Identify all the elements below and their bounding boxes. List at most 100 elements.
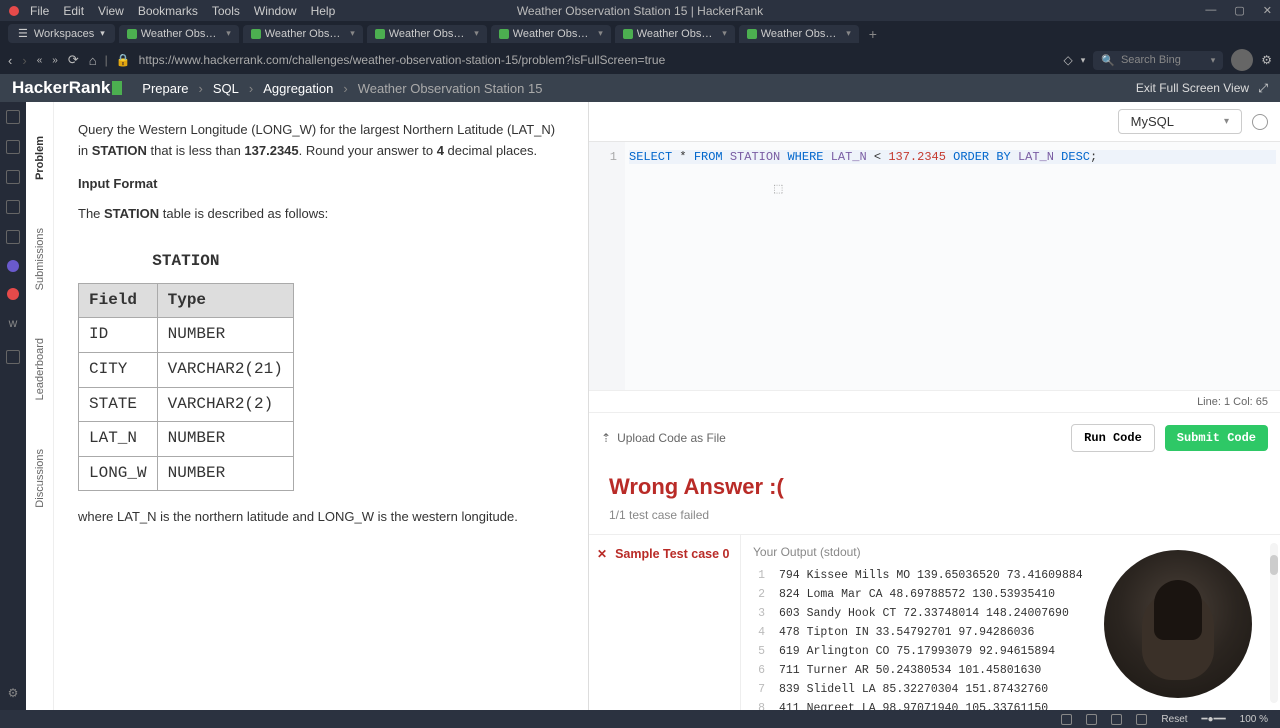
scrollbar-thumb[interactable] [1270, 555, 1278, 575]
table-cell: NUMBER [157, 318, 293, 353]
scrollbar[interactable] [1270, 543, 1278, 703]
zoom-slider[interactable]: ━●━━ [1202, 714, 1226, 725]
tab-leaderboard[interactable]: Leaderboard [34, 314, 46, 424]
browser-tab[interactable]: Weather Observation Stati▾ [243, 25, 363, 43]
testcase-label: Sample Test case 0 [615, 547, 729, 561]
app-menu: File Edit View Bookmarks Tools Window He… [30, 4, 335, 18]
panel-icon[interactable] [6, 170, 20, 184]
new-tab-button[interactable]: + [863, 26, 883, 42]
run-code-button[interactable]: Run Code [1071, 424, 1155, 452]
tab-favicon [375, 29, 385, 39]
search-input[interactable]: 🔍 Search Bing ▾ [1093, 51, 1223, 70]
panel-icon[interactable] [7, 288, 19, 300]
testcase-item[interactable]: ✕ Sample Test case 0 [597, 547, 732, 561]
table-cell: STATE [79, 387, 158, 422]
exit-fullscreen-button[interactable]: Exit Full Screen View ⤢ [1136, 81, 1268, 96]
chevron-down-icon: ▾ [1224, 116, 1229, 127]
problem-description: Query the Western Longitude (LONG_W) for… [54, 102, 588, 710]
menu-view[interactable]: View [98, 4, 124, 18]
breadcrumb-aggregation[interactable]: Aggregation [263, 81, 333, 96]
menu-bookmarks[interactable]: Bookmarks [138, 4, 198, 18]
browser-tab[interactable]: Weather Observation Stati▾ [739, 25, 859, 43]
window-titlebar: File Edit View Bookmarks Tools Window He… [0, 0, 1280, 21]
chevron-down-icon[interactable]: ▾ [1081, 55, 1086, 66]
browser-icon [8, 5, 20, 17]
chevron-down-icon: ▾ [226, 28, 231, 39]
breadcrumb-prepare[interactable]: Prepare [142, 81, 188, 96]
tab-submissions[interactable]: Submissions [34, 204, 46, 314]
panel-icon[interactable] [1111, 714, 1122, 725]
panel-icon[interactable] [6, 200, 20, 214]
settings-icon[interactable] [1252, 114, 1268, 130]
line-number: 1 [589, 150, 617, 164]
problem-text-bold: STATION [92, 143, 147, 158]
tab-problem[interactable]: Problem [34, 112, 46, 204]
tab-favicon [747, 29, 757, 39]
minimize-icon[interactable]: — [1205, 4, 1216, 17]
reset-button[interactable]: Reset [1161, 714, 1187, 725]
browser-tab[interactable]: Weather Observation Stati▾ [615, 25, 735, 43]
menu-edit[interactable]: Edit [63, 4, 84, 18]
tab-title: Weather Observation Stati [513, 28, 592, 40]
input-format-heading: Input Format [78, 174, 564, 195]
workspaces-button[interactable]: ☰ Workspaces ▾ [8, 24, 115, 43]
table-caption: STATION [78, 241, 294, 283]
home-icon[interactable]: ⌂ [89, 53, 97, 68]
menu-help[interactable]: Help [311, 4, 336, 18]
workspaces-label: Workspaces [34, 28, 94, 40]
forward-icon[interactable]: › [22, 53, 26, 68]
fastforward-icon[interactable]: » [52, 55, 58, 66]
menu-file[interactable]: File [30, 4, 49, 18]
chevron-down-icon: ▾ [100, 28, 105, 39]
browser-tab[interactable]: Weather Observation Stati▾ [367, 25, 487, 43]
problem-text-bold: 4 [437, 143, 444, 158]
submit-code-button[interactable]: Submit Code [1165, 425, 1268, 451]
editor-toolbar: MySQL ▾ [589, 102, 1280, 142]
breadcrumb: Prepare › SQL › Aggregation › Weather Ob… [142, 81, 542, 96]
problem-text: that is less than [147, 143, 245, 158]
hackerrank-logo[interactable]: HackerRank [12, 78, 122, 98]
back-icon[interactable]: ‹ [8, 53, 12, 68]
panel-icon[interactable] [1086, 714, 1097, 725]
rewind-icon[interactable]: « [37, 55, 43, 66]
problem-text: decimal places. [444, 143, 537, 158]
maximize-icon[interactable]: ▢ [1234, 4, 1244, 17]
table-cell: VARCHAR2(2) [157, 387, 293, 422]
code-editor[interactable]: 1 SELECT * FROM STATION WHERE LAT_N < 13… [589, 142, 1280, 390]
settings-icon[interactable]: ⚙ [8, 686, 19, 700]
language-select[interactable]: MySQL ▾ [1118, 109, 1242, 134]
menu-tools[interactable]: Tools [212, 4, 240, 18]
panel-icon[interactable] [7, 260, 19, 272]
upload-code-link[interactable]: ⇡ Upload Code as File [601, 431, 726, 445]
panel-icon[interactable] [1136, 714, 1147, 725]
extensions-icon[interactable]: ⚙ [1261, 53, 1272, 67]
panel-icon[interactable] [6, 110, 20, 124]
problem-text: . Round your answer to [299, 143, 437, 158]
menu-window[interactable]: Window [254, 4, 297, 18]
panel-icon[interactable] [1061, 714, 1072, 725]
profile-avatar[interactable] [1231, 49, 1253, 71]
browser-tab[interactable]: Weather Observation Stati▾ [491, 25, 611, 43]
tab-discussions[interactable]: Discussions [34, 425, 46, 532]
result-title: Wrong Answer :( [609, 474, 1260, 500]
table-cell: NUMBER [157, 422, 293, 457]
reload-icon[interactable]: ⟳ [68, 52, 79, 68]
output-row: 8411 Negreet LA 98.97071940 105.33761150 [753, 700, 1268, 710]
url-text[interactable]: https://www.hackerrank.com/challenges/we… [139, 53, 1056, 67]
close-icon[interactable]: ✕ [1263, 4, 1272, 17]
table-cell: LONG_W [79, 456, 158, 491]
panel-icon[interactable]: w [9, 316, 18, 330]
panel-icon[interactable] [6, 140, 20, 154]
bookmark-icon[interactable]: ◇ [1063, 53, 1072, 67]
browser-tab[interactable]: Weather Observation Stati▾ [119, 25, 239, 43]
upload-label: Upload Code as File [617, 431, 726, 445]
panel-icon[interactable] [6, 230, 20, 244]
url-bar: ‹ › « » ⟳ ⌂ | 🔒 https://www.hackerrank.c… [0, 46, 1280, 74]
logo-square-icon [112, 81, 122, 95]
table-cell: VARCHAR2(21) [157, 352, 293, 387]
code-panel: MySQL ▾ 1 SELECT * FROM STATION WHERE LA… [588, 102, 1280, 710]
breadcrumb-sql[interactable]: SQL [213, 81, 239, 96]
panel-add-icon[interactable] [6, 350, 20, 364]
logo-text: HackerRank [12, 78, 110, 98]
window-title: Weather Observation Station 15 | HackerR… [517, 4, 763, 18]
